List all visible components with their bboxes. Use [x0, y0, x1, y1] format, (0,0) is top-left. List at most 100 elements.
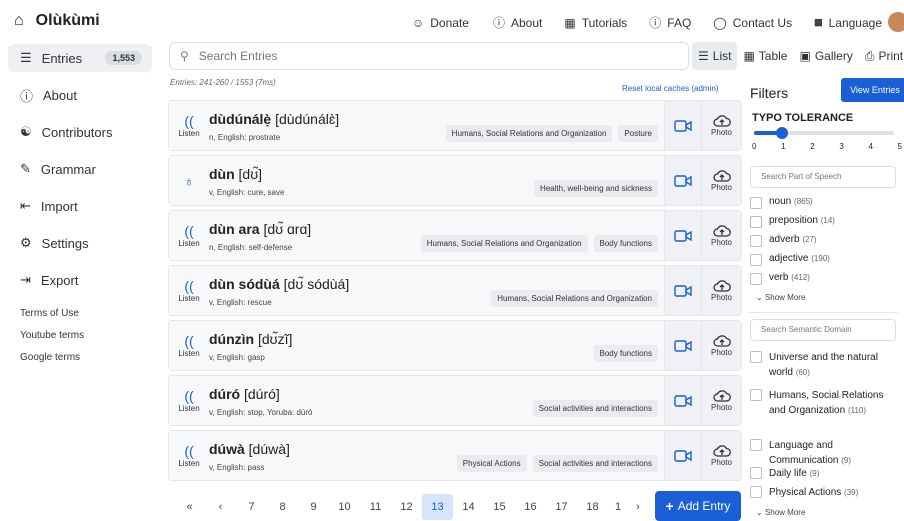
app-logo[interactable]: ⌂ Olùkùmi	[14, 12, 100, 30]
domain-search-input[interactable]: Search Semantic Domain	[750, 319, 896, 341]
domain-filter-option[interactable]: Universe and the natural world (60)	[750, 350, 898, 380]
pos-filter-option[interactable]: adverb (27)	[750, 234, 898, 247]
add-video-button[interactable]	[664, 431, 701, 480]
add-photo-button[interactable]: Photo	[701, 376, 741, 425]
checkbox[interactable]	[750, 467, 762, 479]
page-15[interactable]: 15	[484, 494, 515, 520]
slider-handle[interactable]	[776, 127, 788, 139]
listen-button[interactable]: ((Listen	[169, 321, 209, 370]
nav-language[interactable]: ▩ Language	[814, 14, 882, 31]
checkbox[interactable]	[750, 389, 762, 401]
listen-button[interactable]: ((Listen	[169, 101, 209, 150]
add-photo-button[interactable]: Photo	[701, 266, 741, 315]
page-10[interactable]: 10	[329, 494, 360, 520]
entry-main[interactable]: ((Listen dúwà [dúwà] v, English: pass Physi…	[169, 431, 664, 480]
page-17[interactable]: 17	[546, 494, 577, 520]
entry-main[interactable]: ((Listen dúnzìn [dʊ̃zĩ] v, English: gasp Bo…	[169, 321, 664, 370]
checkbox[interactable]	[750, 254, 762, 266]
reset-cache-link[interactable]: Reset local caches (admin)	[622, 84, 718, 93]
add-entry-button[interactable]: + Add Entry	[655, 491, 741, 521]
listen-button[interactable]: ((Listen	[169, 266, 209, 315]
add-video-button[interactable]	[664, 266, 701, 315]
checkbox[interactable]	[750, 439, 762, 451]
page-first[interactable]: «	[174, 494, 205, 520]
listen-button[interactable]: ((Listen	[169, 211, 209, 260]
typo-tolerance-slider[interactable]	[754, 127, 894, 139]
checkbox[interactable]	[750, 235, 762, 247]
add-photo-button[interactable]: Photo	[701, 431, 741, 480]
domain-filter-option[interactable]: Humans, Social Relations and Organizatio…	[750, 388, 898, 418]
domain-show-more[interactable]: ⌄ Show More	[756, 508, 805, 515]
sidebar-item-about[interactable]: ⓘ About	[0, 81, 160, 109]
tab-table[interactable]: ▦ Table	[737, 42, 793, 70]
page-8[interactable]: 8	[267, 494, 298, 520]
page-13[interactable]: 13	[422, 494, 453, 520]
list-item: ((Listen dúwà [dúwà] v, English: pass Physi…	[168, 430, 742, 481]
domain-filter-option[interactable]: Language and Communication (9)	[750, 438, 898, 468]
search-input[interactable]: Search Entries	[199, 49, 278, 63]
chat-icon: ◯	[713, 15, 727, 30]
checkbox[interactable]	[750, 351, 762, 363]
tutorial-icon: ▦	[564, 15, 576, 30]
tab-list[interactable]: ☰ List	[692, 42, 738, 70]
listen-button[interactable]: ((Listen	[169, 431, 209, 480]
page-9[interactable]: 9	[298, 494, 329, 520]
page-11[interactable]: 11	[360, 494, 391, 520]
sidebar-item-export[interactable]: ⇥ Export	[0, 266, 160, 294]
sidebar-item-grammar[interactable]: ✎ Grammar	[0, 155, 160, 183]
page-14[interactable]: 14	[453, 494, 484, 520]
tab-print[interactable]: ⎙ Print	[859, 42, 904, 70]
add-video-button[interactable]	[664, 376, 701, 425]
link-youtube-terms[interactable]: Youtube terms	[0, 325, 160, 347]
add-video-button[interactable]	[664, 321, 701, 370]
page-next[interactable]: ›	[628, 494, 648, 520]
add-video-button[interactable]	[664, 156, 701, 205]
entry-main[interactable]: ♁ dùn [dʊ̃] v, English: cure, save Health, …	[169, 156, 664, 205]
page-prev[interactable]: ‹	[205, 494, 236, 520]
page-18[interactable]: 18	[577, 494, 608, 520]
nav-faq[interactable]: ⓘ FAQ	[649, 14, 691, 31]
add-photo-button[interactable]: Photo	[701, 101, 741, 150]
add-photo-button[interactable]: Photo	[701, 321, 741, 370]
nav-donate[interactable]: ☺ Donate	[412, 14, 469, 31]
nav-contact[interactable]: ◯ Contact Us	[713, 14, 792, 31]
entry-main[interactable]: ((Listen dùdúnálẹ̀ [dùdúnálɛ̀] n, English:…	[169, 101, 664, 150]
checkbox[interactable]	[750, 486, 762, 498]
pos-filter-option[interactable]: preposition (14)	[750, 215, 898, 228]
sidebar-item-import[interactable]: ⇤ Import	[0, 192, 160, 220]
avatar[interactable]	[888, 12, 904, 32]
pos-show-more[interactable]: ⌄ Show More	[756, 293, 805, 302]
pos-filter-option[interactable]: noun (865)	[750, 196, 898, 209]
checkbox[interactable]	[750, 197, 762, 209]
nav-about[interactable]: ⓘ About	[493, 14, 542, 31]
page-12[interactable]: 12	[391, 494, 422, 520]
entry-main[interactable]: ((Listen dùn ara [dʊ̃ ɑrɑ] n, English: sel…	[169, 211, 664, 260]
nav-tutorials[interactable]: ▦ Tutorials	[564, 14, 627, 31]
add-video-button[interactable]	[664, 211, 701, 260]
link-terms-of-use[interactable]: Terms of Use	[0, 303, 160, 325]
pos-filter-option[interactable]: adjective (190)	[750, 253, 898, 266]
entry-main[interactable]: ((Listen dùn sódùá [dʊ̃ sódùá] v, English:…	[169, 266, 664, 315]
page-16[interactable]: 16	[515, 494, 546, 520]
add-photo-button[interactable]: Photo	[701, 211, 741, 260]
listen-button[interactable]: ((Listen	[169, 376, 209, 425]
tab-gallery[interactable]: ▣ Gallery	[793, 42, 858, 70]
pos-search-input[interactable]: Search Part of Speech	[750, 166, 896, 188]
add-photo-button[interactable]: Photo	[701, 156, 741, 205]
record-audio-button[interactable]: ♁	[169, 156, 209, 205]
search-bar[interactable]: ⚲ Search Entries	[169, 42, 689, 70]
domain-filter-option[interactable]: Physical Actions (39)	[750, 485, 898, 500]
sidebar-item-settings[interactable]: ⚙ Settings	[0, 229, 160, 257]
domain-filter-option[interactable]: Daily life (9)	[750, 466, 898, 481]
page-7[interactable]: 7	[236, 494, 267, 520]
link-google-terms[interactable]: Google terms	[0, 347, 160, 369]
entry-main[interactable]: ((Listen dúró [dúró] v, English: stop, Yor…	[169, 376, 664, 425]
checkbox[interactable]	[750, 273, 762, 285]
pos-filter-option[interactable]: verb (412)	[750, 272, 898, 285]
add-video-button[interactable]	[664, 101, 701, 150]
sidebar-item-contributors[interactable]: ☯ Contributors	[0, 118, 160, 146]
sidebar-item-entries[interactable]: ☰ Entries 1,553	[8, 44, 152, 72]
page-1[interactable]: 1	[608, 494, 628, 520]
view-entries-button[interactable]: View Entries	[841, 78, 904, 102]
checkbox[interactable]	[750, 216, 762, 228]
